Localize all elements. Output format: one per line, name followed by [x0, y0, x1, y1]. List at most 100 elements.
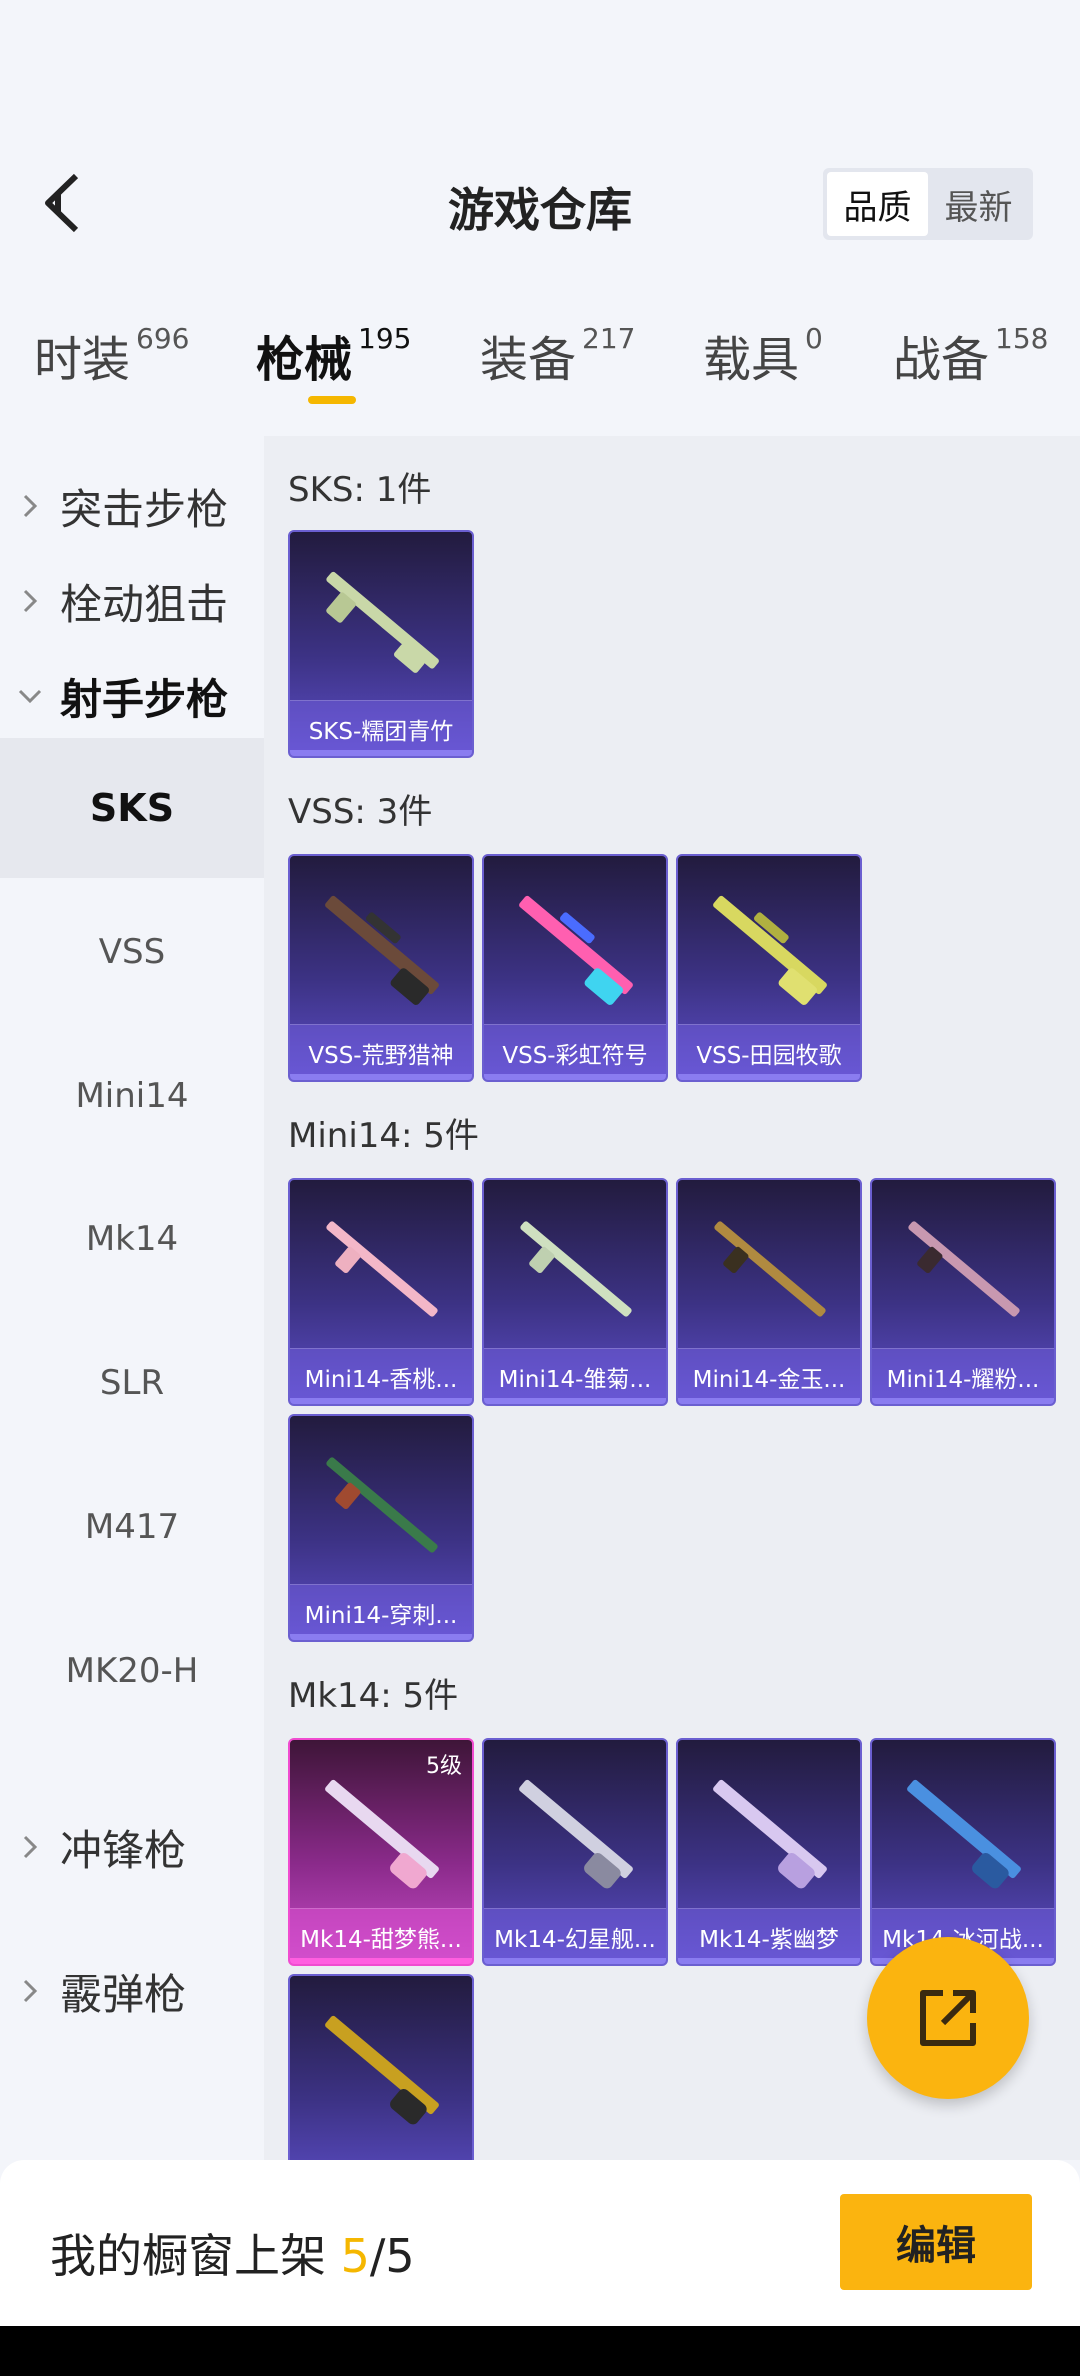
- sidebar-group-shotgun[interactable]: 霰弹枪: [0, 1941, 264, 2041]
- rifle-icon: [519, 895, 633, 1005]
- rifle-icon: [714, 1221, 826, 1317]
- weapon-name: SKS-糯团青竹: [290, 700, 472, 756]
- sidebar-item-m417[interactable]: M417: [0, 1457, 264, 1597]
- showcase-current: 5: [340, 2229, 370, 2283]
- rifle-icon: [325, 2015, 439, 2125]
- chevron-right-icon: [0, 491, 60, 521]
- card-bar: [484, 1398, 666, 1404]
- card-bar: [484, 1074, 666, 1080]
- tab-count: 0: [805, 322, 823, 355]
- share-button[interactable]: [867, 1937, 1029, 2099]
- rifle-icon: [325, 1779, 439, 1889]
- weapon-card[interactable]: SKS-糯团青竹: [288, 530, 474, 758]
- card-bar: [290, 1634, 472, 1640]
- weapon-card[interactable]: Mini14-香桃...: [288, 1178, 474, 1406]
- sort-quality-button[interactable]: 品质: [827, 172, 928, 236]
- weapon-card[interactable]: VSS-田园牧歌: [676, 854, 862, 1082]
- tab-vehicles[interactable]: 载具 0: [703, 320, 823, 390]
- sidebar-group-marksman-rifle[interactable]: 射手步枪: [0, 646, 264, 746]
- tab-label: 装备: [480, 332, 577, 388]
- rifle-icon: [325, 895, 439, 1005]
- edit-button[interactable]: 编辑: [840, 2194, 1032, 2290]
- sidebar-group-label: 霰弹枪: [60, 1969, 187, 2019]
- showcase-status: 我的橱窗上架 5/5: [50, 2220, 415, 2286]
- weapon-card[interactable]: VSS-彩虹符号: [482, 854, 668, 1082]
- sort-toggle: 品质 最新: [823, 168, 1033, 240]
- showcase-label: 我的橱窗上架: [50, 2229, 341, 2283]
- weapon-name: Mini14-金玉...: [678, 1348, 860, 1404]
- weapon-card[interactable]: Mk14-幻星舰...: [482, 1738, 668, 1966]
- sort-latest-button[interactable]: 最新: [928, 172, 1029, 236]
- weapon-card[interactable]: Mini14-雏菊...: [482, 1178, 668, 1406]
- rifle-icon: [713, 1779, 827, 1889]
- card-bar: [484, 1958, 666, 1964]
- weapon-name: VSS-彩虹符号: [484, 1024, 666, 1080]
- sidebar-item-slr[interactable]: SLR: [0, 1313, 264, 1453]
- chevron-right-icon: [0, 1832, 60, 1862]
- card-bar: [290, 1958, 472, 1964]
- weapon-card[interactable]: 5级 Mk14-甜梦熊...: [288, 1738, 474, 1966]
- weapon-name: Mini14-耀粉...: [872, 1348, 1054, 1404]
- sidebar-item-mk14[interactable]: Mk14: [0, 1169, 264, 1309]
- sidebar-group-label: 栓动狙击: [60, 579, 229, 629]
- weapon-card[interactable]: Mini14-耀粉...: [870, 1178, 1056, 1406]
- chevron-down-icon: [0, 686, 60, 706]
- weapon-card[interactable]: Mk14-冰河战...: [870, 1738, 1056, 1966]
- weapon-name: Mk14-紫幽梦: [678, 1908, 860, 1964]
- bottom-bar: 我的橱窗上架 5/5 编辑: [0, 2160, 1080, 2326]
- tab-equipment[interactable]: 装备 217: [480, 320, 635, 390]
- tab-guns[interactable]: 枪械 195: [256, 320, 411, 390]
- card-bar: [678, 1398, 860, 1404]
- card-bar: [290, 1074, 472, 1080]
- sidebar-group-bolt-sniper[interactable]: 栓动狙击: [0, 551, 264, 651]
- rifle-icon: [907, 1779, 1021, 1889]
- rifle-icon: [326, 571, 439, 673]
- chevron-right-icon: [0, 1976, 60, 2006]
- tab-count: 195: [358, 322, 412, 355]
- rifle-icon: [713, 895, 827, 1005]
- system-nav-bar: [0, 2326, 1080, 2376]
- weapon-card[interactable]: Mini14-金玉...: [676, 1178, 862, 1406]
- weapon-name: Mk14-幻星舰...: [484, 1908, 666, 1964]
- rifle-icon: [326, 1221, 438, 1317]
- weapon-card[interactable]: Mk14-紫幽梦: [676, 1738, 862, 1966]
- category-tabs: 时装 696 枪械 195 装备 217 载具 0 战备 158: [0, 320, 1080, 420]
- card-bar: [872, 1398, 1054, 1404]
- card-bar: [290, 750, 472, 756]
- sidebar-item-mk20h[interactable]: MK20-H: [0, 1601, 264, 1741]
- sidebar-item-sks[interactable]: SKS: [0, 738, 264, 878]
- tab-fashion[interactable]: 时装 696: [34, 320, 189, 390]
- weapon-card[interactable]: Mini14-穿刺...: [288, 1414, 474, 1642]
- tab-count: 217: [582, 322, 636, 355]
- weapon-name: Mini14-穿刺...: [290, 1584, 472, 1640]
- rifle-icon: [519, 1779, 633, 1889]
- header: 游戏仓库 品质 最新: [0, 150, 1080, 260]
- weapon-name: VSS-荒野猎神: [290, 1024, 472, 1080]
- sidebar-item-mini14[interactable]: Mini14: [0, 1026, 264, 1166]
- sidebar: 突击步枪 栓动狙击 射手步枪 SKS VSS Mini14 Mk14 SLR M…: [0, 436, 264, 2160]
- rifle-icon: [908, 1221, 1020, 1317]
- section-title-vss: VSS: 3件: [288, 792, 433, 832]
- section-title-mini14: Mini14: 5件: [288, 1116, 479, 1156]
- tab-gear[interactable]: 战备 158: [893, 320, 1048, 390]
- rifle-icon: [326, 1457, 438, 1553]
- weapon-card[interactable]: VSS-荒野猎神: [288, 854, 474, 1082]
- sidebar-group-assault-rifle[interactable]: 突击步枪: [0, 456, 264, 556]
- weapon-name: Mk14-甜梦熊...: [290, 1908, 472, 1964]
- card-bar: [678, 1958, 860, 1964]
- sidebar-group-smg[interactable]: 冲锋枪: [0, 1797, 264, 1897]
- tab-label: 时装: [34, 332, 131, 388]
- tab-label: 载具: [703, 332, 800, 388]
- weapon-card[interactable]: [288, 1974, 474, 2160]
- weapon-grid: SKS: 1件 SKS-糯团青竹 VSS: 3件 VSS-荒野猎神 VSS-彩虹…: [264, 436, 1080, 2160]
- weapon-name: Mini14-雏菊...: [484, 1348, 666, 1404]
- showcase-separator: /: [369, 2229, 386, 2283]
- tab-label: 枪械: [256, 332, 353, 388]
- chevron-right-icon: [0, 586, 60, 616]
- active-tab-indicator: [308, 396, 356, 404]
- sidebar-group-label: 冲锋枪: [60, 1825, 187, 1875]
- sidebar-group-label: 突击步枪: [60, 484, 229, 534]
- rifle-icon: [520, 1221, 632, 1317]
- sidebar-item-vss[interactable]: VSS: [0, 882, 264, 1022]
- weapon-name: Mini14-香桃...: [290, 1348, 472, 1404]
